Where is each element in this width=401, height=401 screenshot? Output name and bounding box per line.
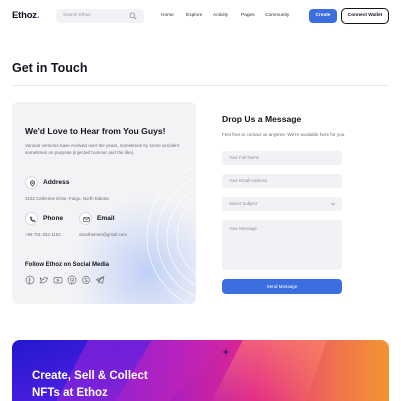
nav-activity[interactable]: Activity	[213, 13, 228, 18]
email-placeholder: Your Email Address	[229, 178, 268, 183]
nav-home[interactable]: Home	[161, 13, 174, 18]
address-value: 3102 Catherine Drive, Fargo, North Dakot…	[25, 196, 109, 201]
message-placeholder: Your Message	[229, 226, 257, 231]
skype-icon[interactable]	[81, 275, 91, 285]
page-title: Get in Touch	[12, 61, 88, 75]
logo[interactable]: Ethoz.	[12, 10, 40, 21]
banner-title-line2: NFTs at Ethoz	[32, 387, 108, 399]
search-box[interactable]: Search Ethoz	[56, 9, 144, 23]
banner-title-line1: Create, Sell & Collect	[32, 370, 148, 382]
decorative-star-icon	[222, 348, 230, 356]
telegram-icon[interactable]	[95, 275, 105, 285]
email-value: vistothemes@gmail.com	[79, 232, 127, 237]
twitter-icon[interactable]	[39, 275, 49, 285]
email-field[interactable]: Your Email Address	[222, 174, 342, 188]
cta-banner: Create, Sell & Collect NFTs at Ethoz	[12, 340, 389, 401]
full-name-placeholder: Your Full Name	[229, 155, 260, 160]
pinterest-icon[interactable]	[67, 275, 77, 285]
search-input[interactable]: Search Ethoz	[63, 12, 91, 17]
card-title: We'd Love to Hear from You Guys!	[25, 126, 166, 136]
youtube-icon[interactable]	[53, 275, 63, 285]
logo-text: Ethoz	[12, 10, 37, 21]
email-icon	[79, 212, 92, 225]
subject-placeholder: Select Subject	[229, 201, 258, 206]
social-heading: Follow Ethoz on Social Media	[25, 262, 110, 268]
send-message-button[interactable]: Send Message	[222, 279, 342, 294]
facebook-icon[interactable]	[25, 275, 35, 285]
banner-title: Create, Sell & Collect NFTs at Ethoz	[32, 368, 232, 401]
phone-label: Phone	[43, 215, 64, 222]
connect-wallet-button[interactable]: Connect Wallet	[341, 8, 389, 24]
full-name-field[interactable]: Your Full Name	[222, 151, 342, 165]
nav-explore[interactable]: Explore	[186, 13, 202, 18]
nav-community[interactable]: Community	[265, 13, 289, 18]
card-description: Various versions have evolved over the y…	[25, 143, 180, 156]
email-label: Email	[97, 215, 115, 222]
logo-dot: .	[36, 10, 40, 21]
phone-icon	[25, 212, 38, 225]
form-title: Drop Us a Message	[222, 114, 302, 124]
contact-info-card: We'd Love to Hear from You Guys! Various…	[12, 102, 196, 304]
nav-pages[interactable]: Pages	[241, 13, 255, 18]
top-navbar: Ethoz. Search Ethoz Home Explore Activit…	[0, 0, 401, 32]
message-textarea[interactable]: Your Message	[222, 220, 342, 270]
subject-select[interactable]: Select Subject	[222, 197, 342, 211]
location-icon	[25, 176, 38, 189]
divider	[12, 85, 389, 86]
address-label: Address	[43, 179, 70, 186]
search-icon[interactable]	[129, 12, 137, 20]
chevron-down-icon	[331, 203, 335, 206]
create-button[interactable]: Create	[309, 9, 337, 23]
form-description: Feel free to contact us anytime. We're a…	[222, 132, 346, 137]
phone-value: +59 701-332-1153	[25, 232, 61, 237]
